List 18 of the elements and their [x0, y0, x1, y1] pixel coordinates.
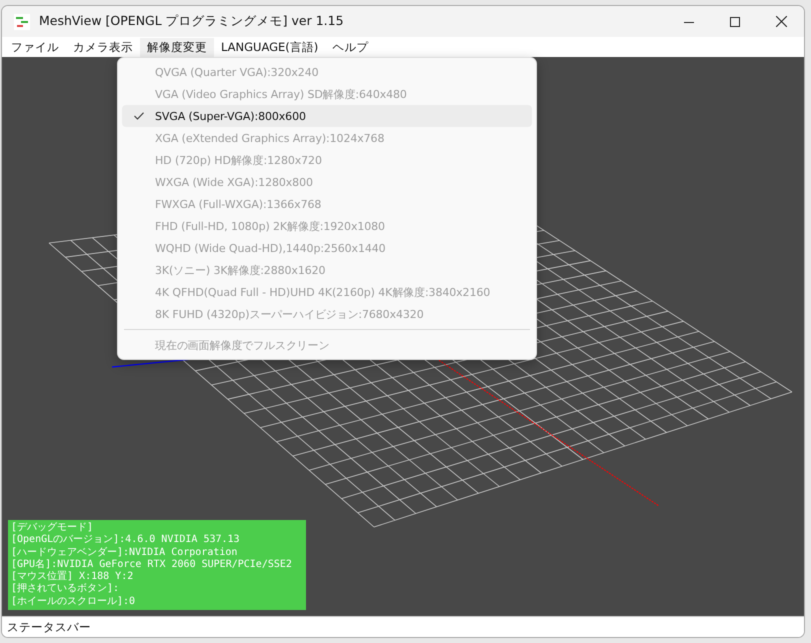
debug-line: [ホイールのスクロール]:0 [11, 596, 136, 608]
debug-line: [マウス位置] X:188 Y:2 [11, 571, 134, 583]
menu-item[interactable]: ヘルプ [325, 38, 376, 56]
menu-item[interactable]: 解像度変更 [140, 38, 214, 56]
menu-option[interactable]: SVGA (Super-VGA):800x600 [122, 105, 532, 127]
status-text: ステータスバー [7, 620, 91, 634]
debug-line: [GPU名]:NVIDIA GeForce RTX 2060 SUPER/PCIe/SSE2 [11, 558, 293, 570]
menu-item[interactable]: カメラ表示 [66, 38, 140, 56]
menu-item[interactable]: LANGUAGE(言語) [214, 38, 326, 56]
debug-line: [OpenGLのバージョン]:4.6.0 NVIDIA 537.13 [11, 534, 241, 547]
debug-line: [ハードウェアベンダー]:NVIDIA Corporation [11, 546, 238, 559]
close-icon [776, 16, 786, 27]
window-title: MeshView [OPENGL プログラミングメモ] ver 1.15 [39, 13, 344, 30]
debug-line: [押されているボタン]: [11, 583, 120, 596]
maximize-icon [730, 16, 740, 26]
debug-line: [デバッグモード] [11, 522, 94, 534]
app-logo-icon [14, 14, 30, 30]
menu-item[interactable]: ファイル [4, 38, 66, 56]
